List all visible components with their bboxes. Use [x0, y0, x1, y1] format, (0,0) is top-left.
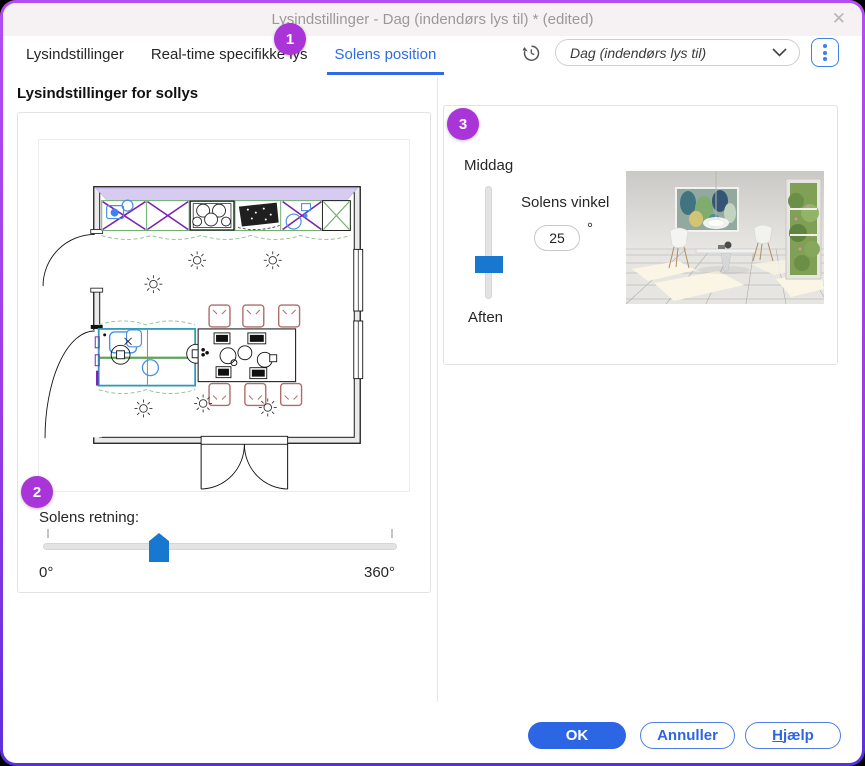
sunlight-settings-group: Solens retning: 0° 360°	[17, 112, 431, 593]
preset-value: Dag (indendørs lys til)	[570, 44, 707, 61]
sun-position-group: Middag Aften Solens vinkel °	[443, 105, 838, 365]
render-preview-image	[626, 171, 824, 304]
direction-min-label: 0°	[39, 564, 54, 581]
panel-divider	[437, 78, 438, 702]
tab-solens-position[interactable]: Solens position	[326, 46, 445, 75]
direction-max-label: 360°	[364, 564, 396, 581]
sun-elevation-slider-thumb[interactable]	[475, 256, 503, 273]
slider-tick-end	[391, 529, 393, 538]
sun-direction-slider-track[interactable]	[43, 543, 397, 550]
step-badge-3: 3	[447, 108, 479, 140]
tab-bar: Lysindstillinger Real-time specifikke ly…	[26, 46, 445, 75]
ok-button[interactable]: OK	[528, 722, 626, 749]
close-icon[interactable]: ✕	[832, 8, 846, 30]
dialog-frame: Lysindstillinger - Dag (indendørs lys ti…	[0, 0, 865, 766]
step-badge-1: 1	[274, 23, 306, 55]
floor-plan-preview[interactable]	[38, 139, 410, 492]
tab-lysindstillinger[interactable]: Lysindstillinger	[26, 46, 124, 75]
chevron-down-icon	[772, 48, 787, 57]
dialog-titlebar[interactable]: Lysindstillinger - Dag (indendørs lys ti…	[3, 3, 862, 36]
sun-elevation-slider-track[interactable]	[485, 186, 492, 299]
more-options-button[interactable]	[811, 38, 839, 67]
kebab-icon	[823, 44, 827, 48]
evening-label: Aften	[468, 309, 504, 326]
sun-direction-label: Solens retning:	[39, 509, 140, 526]
slider-tick-start	[47, 529, 49, 538]
sunlight-settings-heading: Lysindstillinger for sollys	[17, 85, 199, 102]
help-button-label-rest: jælp	[783, 727, 814, 744]
help-button[interactable]: Hjælp	[745, 722, 841, 749]
preset-dropdown[interactable]: Dag (indendørs lys til)	[555, 39, 800, 66]
help-button-mnemonic: H	[772, 727, 783, 744]
history-icon[interactable]	[521, 43, 541, 63]
sun-angle-label: Solens vinkel	[521, 194, 610, 211]
step-badge-2: 2	[21, 476, 53, 508]
cancel-button[interactable]: Annuller	[640, 722, 735, 749]
sun-angle-input[interactable]	[534, 225, 580, 251]
light-settings-dialog: Lysindstillinger - Dag (indendørs lys ti…	[3, 3, 862, 763]
sun-direction-slider-thumb[interactable]	[149, 533, 169, 562]
floor-plan-drawing	[42, 186, 364, 490]
dialog-title: Lysindstillinger - Dag (indendørs lys ti…	[271, 11, 594, 28]
noon-label: Middag	[464, 157, 514, 174]
degree-unit-label: °	[587, 220, 593, 237]
